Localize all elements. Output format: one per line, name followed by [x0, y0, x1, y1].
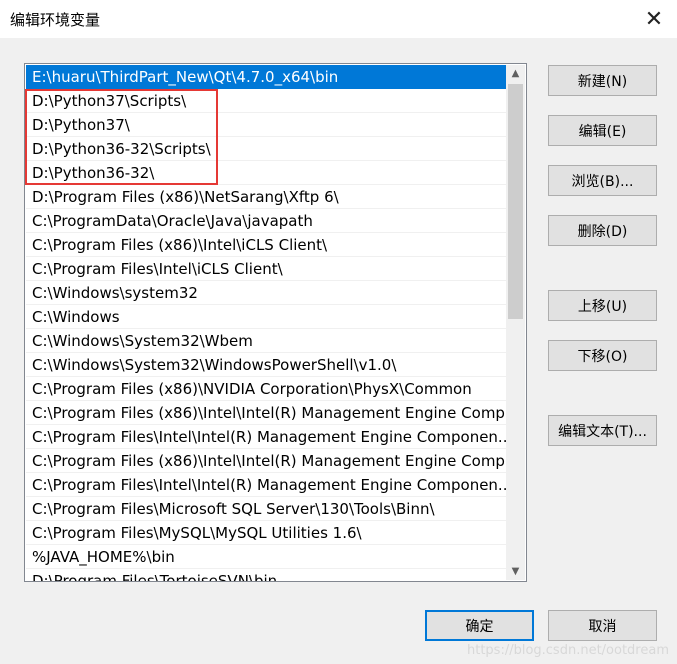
path-list-item[interactable]: C:\Program Files (x86)\Intel\iCLS Client…	[26, 233, 507, 257]
move-down-button[interactable]: 下移(O)	[548, 340, 657, 371]
title-bar: 编辑环境变量 ✕	[0, 0, 677, 38]
path-list-item[interactable]: E:\huaru\ThirdPart_New\Qt\4.7.0_x64\bin	[26, 65, 507, 89]
path-list-item[interactable]: C:\ProgramData\Oracle\Java\javapath	[26, 209, 507, 233]
path-list-item[interactable]: C:\Program Files\Microsoft SQL Server\13…	[26, 497, 507, 521]
scroll-up-icon[interactable]: ▲	[506, 65, 525, 82]
cancel-button[interactable]: 取消	[548, 610, 657, 641]
scroll-down-icon[interactable]: ▼	[506, 563, 525, 580]
move-up-button[interactable]: 上移(U)	[548, 290, 657, 321]
new-button[interactable]: 新建(N)	[548, 65, 657, 96]
path-list-item[interactable]: C:\Program Files (x86)\Intel\Intel(R) Ma…	[26, 401, 507, 425]
path-list-item[interactable]: C:\Program Files (x86)\Intel\Intel(R) Ma…	[26, 449, 507, 473]
path-list-item[interactable]: D:\Python37\	[26, 113, 507, 137]
path-list-item[interactable]: D:\Python36-32\Scripts\	[26, 137, 507, 161]
ok-button[interactable]: 确定	[425, 610, 534, 641]
browse-button[interactable]: 浏览(B)...	[548, 165, 657, 196]
close-icon[interactable]: ✕	[631, 0, 677, 38]
edit-button[interactable]: 编辑(E)	[548, 115, 657, 146]
path-list-item[interactable]: C:\Program Files\Intel\iCLS Client\	[26, 257, 507, 281]
path-list-item[interactable]: C:\Program Files\Intel\Intel(R) Manageme…	[26, 425, 507, 449]
path-list-item[interactable]: C:\Program Files (x86)\NVIDIA Corporatio…	[26, 377, 507, 401]
path-list-item[interactable]: %JAVA_HOME%\bin	[26, 545, 507, 569]
scrollbar-thumb[interactable]	[508, 84, 523, 319]
path-list-item[interactable]: D:\Python36-32\	[26, 161, 507, 185]
path-list-item[interactable]: C:\Windows\System32\WindowsPowerShell\v1…	[26, 353, 507, 377]
vertical-scrollbar[interactable]: ▲ ▼	[506, 65, 525, 580]
path-list-item[interactable]: C:\Windows\system32	[26, 281, 507, 305]
path-list-item[interactable]: C:\Program Files\Intel\Intel(R) Manageme…	[26, 473, 507, 497]
window-title: 编辑环境变量	[10, 11, 101, 29]
watermark: https://blog.csdn.net/ootdream	[466, 643, 669, 658]
path-list-item[interactable]: C:\Windows	[26, 305, 507, 329]
path-list-item[interactable]: D:\Program Files\TortoiseSVN\bin	[26, 569, 507, 581]
path-list: E:\huaru\ThirdPart_New\Qt\4.7.0_x64\bin D…	[26, 65, 507, 581]
path-list-item[interactable]: D:\Program Files (x86)\NetSarang\Xftp 6\	[26, 185, 507, 209]
edit-text-button[interactable]: 编辑文本(T)...	[548, 415, 657, 446]
path-list-item[interactable]: D:\Python37\Scripts\	[26, 89, 507, 113]
path-listbox[interactable]: E:\huaru\ThirdPart_New\Qt\4.7.0_x64\bin D…	[24, 63, 527, 582]
delete-button[interactable]: 删除(D)	[548, 215, 657, 246]
path-list-item[interactable]: C:\Program Files\MySQL\MySQL Utilities 1…	[26, 521, 507, 545]
path-list-item[interactable]: C:\Windows\System32\Wbem	[26, 329, 507, 353]
